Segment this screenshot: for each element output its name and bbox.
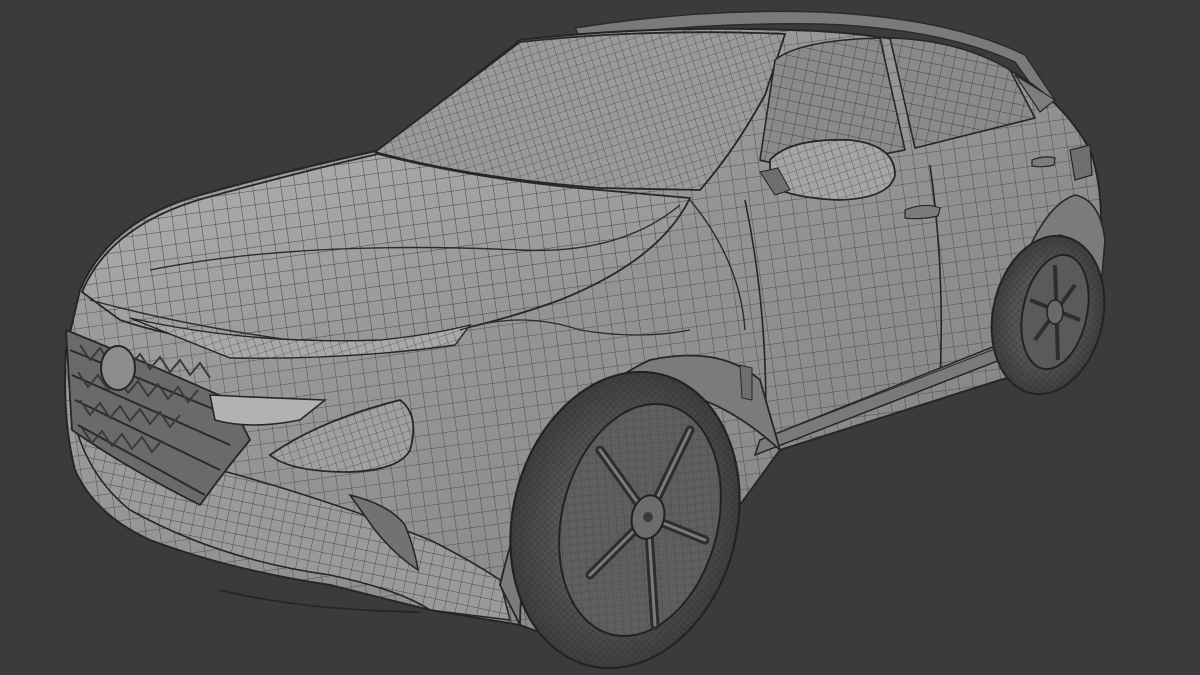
car-render — [64, 10, 1106, 670]
3d-viewport[interactable] — [0, 0, 1200, 675]
fender-marker — [739, 364, 753, 401]
door-handle — [1031, 156, 1056, 168]
brand-logo — [100, 345, 136, 391]
